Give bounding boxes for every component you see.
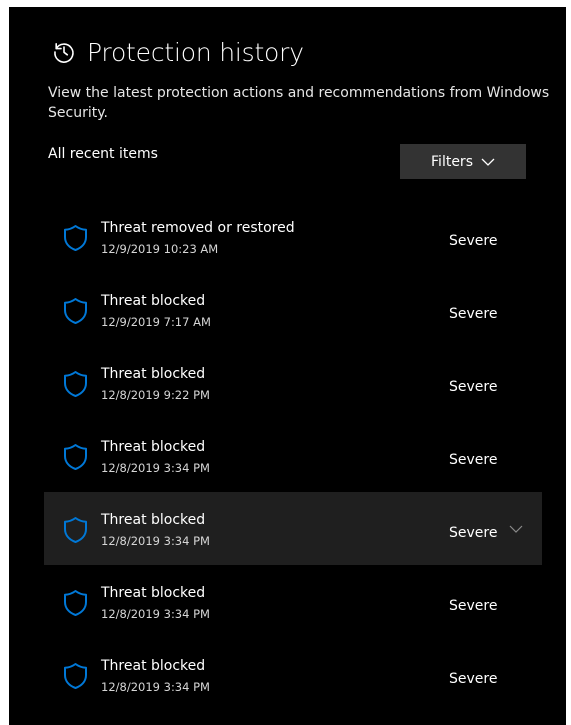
history-item[interactable]: Threat blocked 12/8/2019 3:34 PM Severe — [44, 419, 542, 492]
chevron-down-icon — [481, 157, 495, 167]
history-item-title: Threat blocked — [101, 439, 206, 455]
history-item[interactable]: Threat blocked 12/8/2019 9:22 PM Severe — [44, 346, 542, 419]
history-item-title: Threat removed or restored — [101, 220, 295, 236]
history-item-severity: Severe — [449, 525, 498, 541]
history-item[interactable]: Threat blocked 12/8/2019 3:34 PM Severe — [44, 492, 542, 565]
history-item-title: Threat blocked — [101, 658, 206, 674]
shield-icon — [63, 443, 88, 471]
shield-icon — [63, 589, 88, 617]
history-item[interactable]: Threat blocked 12/9/2019 7:17 AM Severe — [44, 273, 542, 346]
filters-label: Filters — [431, 153, 473, 170]
shield-icon — [63, 297, 88, 325]
history-item-timestamp: 12/8/2019 3:34 PM — [101, 461, 210, 475]
history-item-severity: Severe — [449, 233, 498, 249]
page-title: Protection history — [87, 37, 304, 67]
page-description: View the latest protection actions and r… — [48, 85, 550, 121]
shield-icon — [63, 516, 88, 544]
history-item-severity: Severe — [449, 452, 498, 468]
history-item-title: Threat blocked — [101, 585, 206, 601]
history-item-severity: Severe — [449, 306, 498, 322]
section-label: All recent items — [48, 146, 158, 162]
history-item-severity: Severe — [449, 379, 498, 395]
history-item-timestamp: 12/9/2019 7:17 AM — [101, 315, 211, 329]
protection-history-panel: Protection history View the latest prote… — [9, 7, 566, 725]
history-list: Threat removed or restored 12/9/2019 10:2… — [44, 200, 542, 711]
page-header: Protection history — [51, 35, 304, 69]
history-item-severity: Severe — [449, 598, 498, 614]
history-item-severity: Severe — [449, 671, 498, 687]
history-item-timestamp: 12/8/2019 3:34 PM — [101, 607, 210, 621]
shield-icon — [63, 224, 88, 252]
history-item-timestamp: 12/8/2019 3:34 PM — [101, 680, 210, 694]
shield-icon — [63, 370, 88, 398]
chevron-down-icon[interactable] — [509, 521, 523, 535]
history-item-timestamp: 12/8/2019 3:34 PM — [101, 534, 210, 548]
history-item-title: Threat blocked — [101, 366, 206, 382]
history-item-title: Threat blocked — [101, 512, 206, 528]
history-item-timestamp: 12/8/2019 9:22 PM — [101, 388, 210, 402]
history-item[interactable]: Threat blocked 12/8/2019 3:34 PM Severe — [44, 638, 542, 711]
history-item-timestamp: 12/9/2019 10:23 AM — [101, 242, 219, 256]
history-item[interactable]: Threat blocked 12/8/2019 3:34 PM Severe — [44, 565, 542, 638]
shield-icon — [63, 662, 88, 690]
history-item-title: Threat blocked — [101, 293, 206, 309]
history-icon — [51, 39, 77, 65]
history-item[interactable]: Threat removed or restored 12/9/2019 10:2… — [44, 200, 542, 273]
filters-button[interactable]: Filters — [400, 144, 526, 179]
